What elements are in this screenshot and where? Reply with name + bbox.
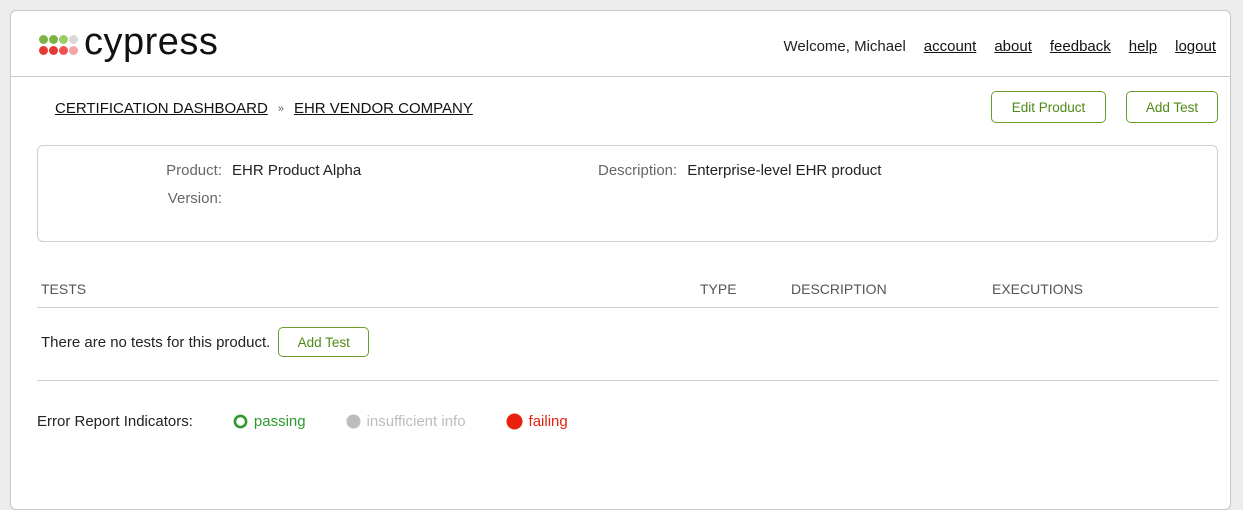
logo-dot (49, 35, 58, 44)
nav-logout-link[interactable]: logout (1175, 38, 1216, 55)
edit-product-button[interactable]: Edit Product (991, 91, 1106, 123)
empty-tests-message: There are no tests for this product. (41, 333, 271, 351)
logo-dot (69, 35, 78, 44)
breadcrumb-separator: » (277, 102, 284, 115)
nav-feedback-link[interactable]: feedback (1050, 38, 1111, 55)
top-nav: Welcome, Michael account about feedback … (784, 38, 1216, 55)
insufficient-dot-icon (346, 414, 361, 429)
tests-table-header: TESTS TYPE DESCRIPTION EXECUTIONS (37, 281, 1218, 308)
app-window: cypress Welcome, Michael account about f… (10, 10, 1231, 510)
logo-text: cypress (84, 21, 219, 63)
legend-title: Error Report Indicators: (37, 413, 193, 430)
error-report-legend: Error Report Indicators: passing insuffi… (37, 413, 608, 430)
add-test-button[interactable]: Add Test (1126, 91, 1218, 123)
logo-dot (49, 46, 58, 55)
table-divider (37, 380, 1218, 381)
legend-label-failing: failing (528, 413, 568, 430)
description-value: Enterprise-level EHR product (687, 162, 882, 179)
product-value: EHR Product Alpha (232, 162, 362, 179)
column-header-description: DESCRIPTION (791, 281, 887, 297)
product-field: Product: EHR Product Alpha (158, 162, 361, 179)
breadcrumb-vendor-link[interactable]: EHR VENDOR COMPANY (294, 100, 473, 117)
version-field: Version: (158, 190, 232, 207)
legend-item-insufficient: insufficient info (346, 413, 466, 430)
welcome-text: Welcome, Michael (783, 38, 906, 55)
cypress-logo[interactable]: cypress (39, 23, 218, 61)
version-label: Version: (167, 190, 222, 207)
passing-ring-icon (233, 414, 248, 429)
description-field: Description: Enterprise-level EHR product (598, 162, 881, 179)
failing-dot-icon (506, 413, 523, 430)
logo-dot (39, 46, 48, 55)
column-header-executions: EXECUTIONS (992, 281, 1084, 297)
legend-item-passing: passing (233, 413, 306, 430)
description-label: Description: (598, 162, 678, 179)
nav-account-link[interactable]: account (924, 38, 977, 55)
logo-dot (59, 35, 68, 44)
header-divider (11, 76, 1230, 77)
nav-about-link[interactable]: about (994, 38, 1032, 55)
nav-help-link[interactable]: help (1129, 38, 1157, 55)
logo-dot (39, 35, 48, 44)
logo-dots-icon (39, 35, 78, 55)
legend-label-passing: passing (253, 413, 306, 430)
logo-dot (69, 46, 78, 55)
legend-label-insufficient: insufficient info (366, 413, 466, 430)
product-label: Product: (166, 162, 222, 179)
legend-item-failing: failing (506, 413, 568, 430)
breadcrumb: CERTIFICATION DASHBOARD » EHR VENDOR COM… (55, 100, 473, 117)
column-header-tests: TESTS (41, 281, 87, 297)
add-test-inline-button[interactable]: Add Test (278, 327, 370, 357)
product-details-panel: Product: EHR Product Alpha Version: Descr… (37, 145, 1218, 242)
column-header-type: TYPE (700, 281, 737, 297)
logo-dot (59, 46, 68, 55)
empty-tests-row: There are no tests for this product. Add… (41, 327, 370, 357)
breadcrumb-dashboard-link[interactable]: CERTIFICATION DASHBOARD (55, 100, 268, 117)
